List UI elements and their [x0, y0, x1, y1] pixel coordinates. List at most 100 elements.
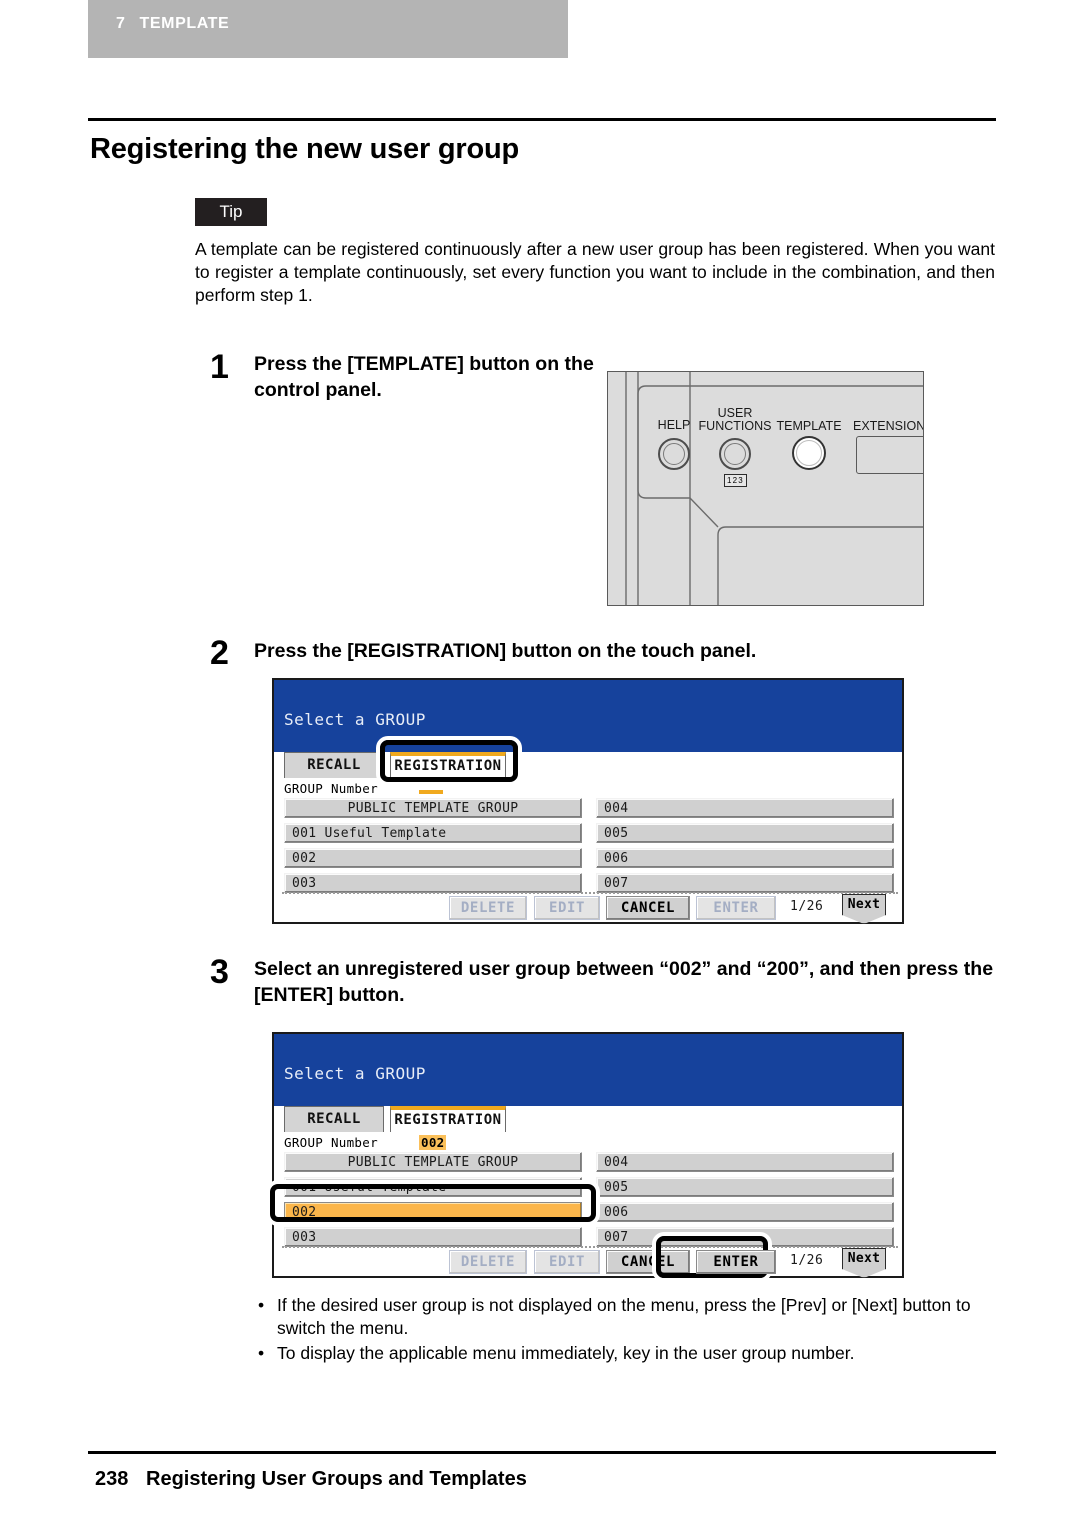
bullet-icon: •	[258, 1343, 265, 1363]
tab-recall[interactable]: RECALL	[284, 1106, 384, 1132]
group-row-label: 007	[604, 1230, 629, 1245]
title-divider	[88, 118, 996, 121]
chapter-number: 7	[116, 15, 126, 32]
control-panel-illustration: HELP USER FUNCTIONS 123 TEMPLATE EXTENSI…	[607, 371, 924, 606]
page-indicator: 1/26	[790, 899, 824, 914]
group-row-left-0[interactable]: PUBLIC TEMPLATE GROUP	[284, 798, 582, 818]
help-label: HELP	[657, 418, 691, 432]
group-row-left-0[interactable]: PUBLIC TEMPLATE GROUP	[284, 1152, 582, 1172]
template-label: TEMPLATE	[776, 419, 842, 433]
callout-selected-group-row	[270, 1184, 596, 1222]
group-row-right-0[interactable]: 004	[596, 1152, 894, 1172]
step-text-1: Press the [TEMPLATE] button on the contr…	[254, 353, 594, 401]
template-button-icon[interactable]	[792, 436, 826, 470]
group-row-right-2[interactable]: 006	[596, 848, 894, 868]
group-list: PUBLIC TEMPLATE GROUP 001 Useful Templat…	[274, 798, 902, 893]
page-indicator: 1/26	[790, 1253, 824, 1268]
next-button[interactable]: Next	[842, 1248, 886, 1278]
group-row-right-1[interactable]: 005	[596, 823, 894, 843]
group-row-left-1[interactable]: 001 Useful Template	[284, 823, 582, 843]
group-row-left-2[interactable]: 002	[284, 848, 582, 868]
lcd-banner-title: Select a GROUP	[284, 710, 426, 729]
step-number-2: 2	[210, 634, 229, 672]
group-number-row: GROUP Number 002	[274, 1134, 902, 1154]
running-header-bar: 7 TEMPLATE	[88, 0, 568, 58]
step-number-3: 3	[210, 953, 229, 991]
group-row-left-3[interactable]: 003	[284, 873, 582, 893]
group-row-label: PUBLIC TEMPLATE GROUP	[347, 1155, 519, 1170]
group-number-row: GROUP Number	[274, 780, 902, 800]
step-number-1: 1	[210, 348, 229, 386]
group-row-right-3[interactable]: 007	[596, 873, 894, 893]
lcd-footer: DELETE EDIT CANCEL ENTER 1/26 Next	[274, 894, 902, 924]
lcd-footer-divider	[282, 892, 898, 894]
extension-panel-box	[856, 436, 923, 474]
group-row-label: 005	[604, 1180, 629, 1195]
running-header-label: 7 TEMPLATE	[116, 15, 229, 33]
group-row-label: 002	[292, 851, 317, 866]
group-row-label: PUBLIC TEMPLATE GROUP	[347, 801, 519, 816]
template-button-inner-ring	[796, 440, 822, 466]
group-row-right-2[interactable]: 006	[596, 1202, 894, 1222]
lcd-footer: DELETE EDIT CANCEL ENTER 1/26 Next	[274, 1248, 902, 1278]
cancel-button[interactable]: CANCEL	[606, 896, 690, 920]
tab-recall[interactable]: RECALL	[284, 752, 384, 778]
lcd-banner: Select a GROUP	[274, 1034, 902, 1106]
lcd-tab-row: RECALL REGISTRATION	[274, 1106, 902, 1134]
user-functions-button-icon[interactable]	[719, 438, 751, 470]
footer-divider	[88, 1451, 996, 1454]
bullet-icon: •	[258, 1295, 265, 1315]
next-button[interactable]: Next	[842, 894, 886, 924]
note-item: • To display the applicable menu immedia…	[255, 1342, 997, 1365]
group-row-label: 006	[604, 851, 629, 866]
delete-button[interactable]: DELETE	[449, 896, 527, 920]
notes-list: • If the desired user group is not displ…	[255, 1294, 997, 1367]
group-number-value: 002	[419, 1135, 447, 1150]
user-functions-label-line2: FUNCTIONS	[698, 419, 772, 433]
group-row-label: 003	[292, 1230, 317, 1245]
page-title: Registering the new user group	[90, 133, 520, 165]
step-text-3: Select an unregistered user group betwee…	[254, 958, 994, 1006]
lcd-tab-row: RECALL REGISTRATION	[274, 752, 902, 780]
delete-button[interactable]: DELETE	[449, 1250, 527, 1274]
lcd-banner: Select a GROUP	[274, 680, 902, 752]
enter-button[interactable]: ENTER	[696, 896, 776, 920]
group-number-value	[419, 790, 443, 794]
edit-button[interactable]: EDIT	[534, 1250, 600, 1274]
group-row-left-3[interactable]: 003	[284, 1227, 582, 1247]
note-text: To display the applicable menu immediate…	[277, 1343, 855, 1363]
group-row-label: 003	[292, 876, 317, 891]
footer-section-title: Registering User Groups and Templates	[146, 1468, 527, 1490]
group-row-label: 004	[604, 801, 629, 816]
help-button-inner-ring	[663, 443, 685, 465]
extension-label: EXTENSION	[853, 419, 924, 433]
chapter-title: TEMPLATE	[139, 15, 230, 32]
edit-button[interactable]: EDIT	[534, 896, 600, 920]
tip-badge: Tip	[195, 198, 267, 226]
tab-registration[interactable]: REGISTRATION	[390, 1106, 506, 1132]
note-text: If the desired user group is not display…	[277, 1295, 971, 1338]
group-row-label: 005	[604, 826, 629, 841]
callout-registration-tab	[380, 740, 518, 782]
touch-panel-screenshot-step2: Select a GROUP RECALL REGISTRATION GROUP…	[272, 678, 904, 924]
group-number-label: GROUP Number	[284, 781, 378, 796]
group-row-label: 006	[604, 1205, 629, 1220]
lcd-banner-title: Select a GROUP	[284, 1064, 426, 1083]
note-item: • If the desired user group is not displ…	[255, 1294, 997, 1340]
group-row-right-1[interactable]: 005	[596, 1177, 894, 1197]
user-functions-label-line1: USER	[717, 406, 753, 420]
group-row-label: 007	[604, 876, 629, 891]
step-text-2: Press the [REGISTRATION] button on the t…	[254, 640, 757, 662]
tip-body-text: A template can be registered continuousl…	[195, 239, 995, 305]
help-button-icon[interactable]	[658, 438, 690, 470]
group-number-label: GROUP Number	[284, 1135, 378, 1150]
user-functions-button-inner-ring	[724, 443, 746, 465]
group-row-label: 001 Useful Template	[292, 826, 447, 841]
group-row-right-0[interactable]: 004	[596, 798, 894, 818]
lcd-footer-divider	[282, 1246, 898, 1248]
footer-page-number: 238	[95, 1468, 129, 1490]
group-row-label: 004	[604, 1155, 629, 1170]
keypad-badge-icon: 123	[724, 474, 747, 487]
touch-panel-screenshot-step3: Select a GROUP RECALL REGISTRATION GROUP…	[272, 1032, 904, 1278]
enter-button[interactable]: ENTER	[696, 1250, 776, 1274]
